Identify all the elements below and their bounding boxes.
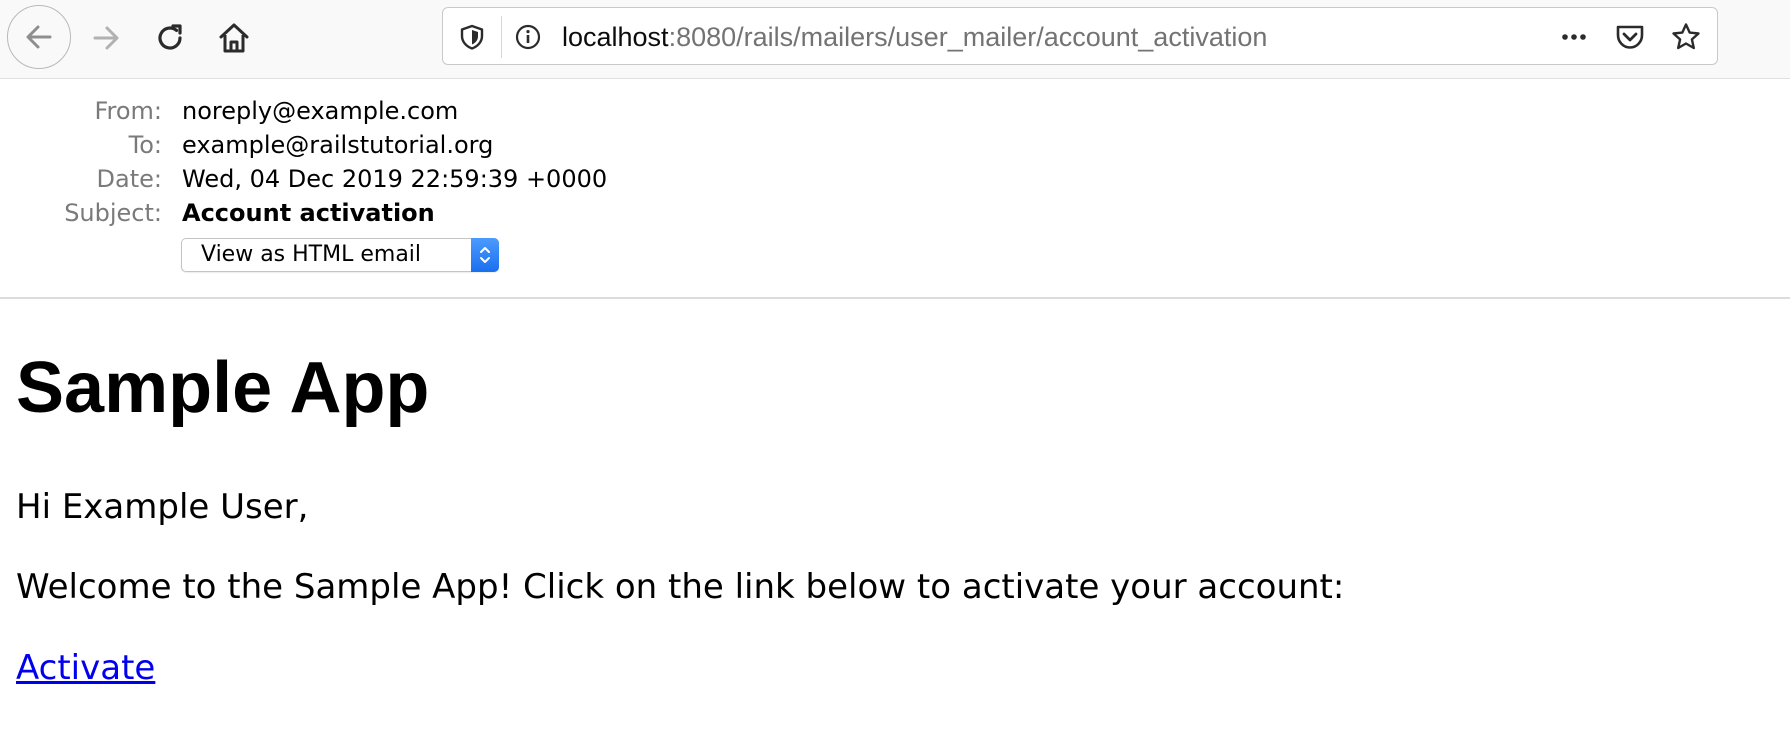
- url-divider: [501, 16, 502, 58]
- to-value: example@railstutorial.org: [182, 131, 494, 159]
- email-welcome-text: Welcome to the Sample App! Click on the …: [16, 567, 1345, 607]
- email-format-selected: View as HTML email: [201, 242, 422, 267]
- date-value: Wed, 04 Dec 2019 22:59:39 +0000: [182, 165, 608, 193]
- shield-icon[interactable]: [455, 20, 489, 54]
- back-arrow-icon: [26, 25, 52, 49]
- from-label: From:: [94, 97, 162, 125]
- mail-preview-header: From: noreply@example.com To: example@ra…: [0, 79, 1790, 299]
- back-button[interactable]: [7, 5, 71, 69]
- pocket-icon[interactable]: [1613, 20, 1647, 54]
- activate-link[interactable]: Activate: [16, 647, 155, 689]
- subject-row: Subject: Account activation: [0, 196, 900, 230]
- url-path: :8080/rails/mailers/user_mailer/account_…: [668, 22, 1268, 52]
- reload-button[interactable]: [150, 18, 190, 58]
- url-text[interactable]: localhost:8080/rails/mailers/user_mailer…: [562, 21, 1267, 53]
- url-bar[interactable]: localhost:8080/rails/mailers/user_mailer…: [442, 7, 1718, 65]
- star-icon[interactable]: [1669, 20, 1703, 54]
- home-button[interactable]: [214, 18, 254, 58]
- to-row: To: example@railstutorial.org: [0, 128, 900, 162]
- browser-toolbar: localhost:8080/rails/mailers/user_mailer…: [0, 0, 1790, 79]
- subject-value: Account activation: [182, 199, 435, 227]
- from-value: noreply@example.com: [182, 97, 459, 125]
- date-label: Date:: [96, 165, 162, 193]
- email-format-select[interactable]: View as HTML email: [181, 238, 499, 272]
- url-host: localhost: [562, 22, 669, 52]
- date-row: Date: Wed, 04 Dec 2019 22:59:39 +0000: [0, 162, 900, 196]
- more-icon[interactable]: [1557, 20, 1591, 54]
- email-title: Sample App: [16, 348, 430, 428]
- to-label: To:: [128, 131, 162, 159]
- forward-arrow-icon: [93, 26, 119, 50]
- reload-icon: [158, 24, 182, 50]
- info-icon[interactable]: [511, 20, 545, 54]
- home-icon: [219, 23, 249, 53]
- forward-button[interactable]: [86, 18, 126, 58]
- chevron-up-down-icon: [471, 238, 499, 272]
- from-row: From: noreply@example.com: [0, 94, 900, 128]
- subject-label: Subject:: [64, 199, 162, 227]
- email-greeting: Hi Example User,: [16, 487, 309, 527]
